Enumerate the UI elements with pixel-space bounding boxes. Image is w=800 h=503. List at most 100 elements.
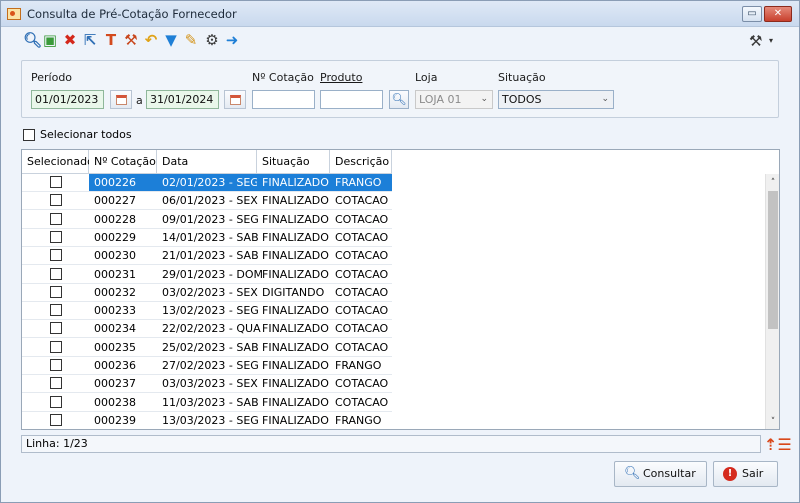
table-row[interactable]: 000234 22/02/2023 - QUA FINALIZADO COTACAO [22, 320, 392, 339]
row-checkbox[interactable] [50, 377, 62, 390]
cell-cotacao: 000236 [89, 357, 157, 375]
cell-selecionado [22, 357, 89, 375]
table-row[interactable]: 000239 13/03/2023 - SEG FINALIZADO FRANGO [22, 412, 392, 429]
date-separator: a [136, 94, 143, 107]
column-icon[interactable]: T [103, 32, 119, 48]
row-checkbox[interactable] [50, 176, 62, 188]
column-header-cotacao[interactable]: Nº Cotação [89, 150, 157, 174]
row-checkbox[interactable] [50, 359, 62, 371]
forward-icon[interactable]: ➜ [224, 32, 240, 48]
vertical-scrollbar[interactable]: ˄ ˅ [765, 174, 779, 429]
calendar-icon [116, 95, 127, 105]
cell-cotacao: 000234 [89, 320, 157, 339]
cell-cotacao: 000235 [89, 339, 157, 357]
table-row[interactable]: 000238 11/03/2023 - SAB FINALIZADO COTACAO [22, 394, 392, 412]
row-checkbox[interactable] [50, 285, 62, 298]
cell-cotacao: 000237 [89, 375, 157, 394]
cell-selecionado [22, 339, 89, 357]
scroll-up-icon[interactable]: ˄ [766, 176, 779, 190]
produto-link[interactable]: Produto [320, 71, 362, 84]
cell-descricao: COTACAO [330, 284, 392, 302]
row-checkbox[interactable] [50, 322, 62, 335]
table-row[interactable]: 000229 14/01/2023 - SAB FINALIZADO COTACAO [22, 229, 392, 247]
produto-search-button[interactable]: 🔍︎ [389, 90, 409, 109]
cotacao-input[interactable] [252, 90, 315, 109]
date-from-calendar-button[interactable] [110, 90, 132, 109]
produto-input[interactable] [320, 90, 383, 109]
cell-data: 11/03/2023 - SAB [157, 394, 259, 412]
sair-button[interactable]: ! Sair [713, 461, 778, 487]
filter-icon[interactable]: ▼ [163, 32, 179, 48]
table-row[interactable]: 000227 06/01/2023 - SEX FINALIZADO COTACAO [22, 192, 392, 211]
table-row[interactable]: 000236 27/02/2023 - SEG FINALIZADO FRANGO [22, 357, 392, 375]
search-icon[interactable]: 🔍︎ [23, 32, 42, 48]
row-checkbox[interactable] [50, 340, 62, 353]
situacao-value: TODOS [502, 93, 542, 106]
cell-selecionado [22, 375, 89, 394]
column-header-data[interactable]: Data [157, 150, 257, 174]
scroll-down-icon[interactable]: ˅ [766, 415, 779, 429]
cell-cotacao: 000228 [89, 211, 157, 229]
row-checkbox[interactable] [50, 413, 62, 426]
column-header-descricao[interactable]: Descrição [330, 150, 392, 174]
situacao-select[interactable]: TODOS ⌄ [498, 90, 614, 109]
cell-situacao: FINALIZADO [257, 320, 330, 339]
search-icon: 🔍︎ [391, 92, 407, 106]
table-row[interactable]: 000237 03/03/2023 - SEX FINALIZADO COTACAO [22, 375, 392, 394]
table-row[interactable]: 000228 09/01/2023 - SEG FINALIZADO COTACAO [22, 211, 392, 229]
date-from-field[interactable]: 01/01/2023 [31, 90, 104, 109]
scroll-thumb[interactable] [768, 191, 778, 329]
close-button[interactable]: ✕ [764, 6, 792, 22]
column-header-selecionado[interactable]: Selecionado [22, 150, 94, 174]
new-document-icon[interactable]: ▣ [42, 32, 58, 48]
table-row[interactable]: 000235 25/02/2023 - SAB FINALIZADO COTACAO [22, 339, 392, 357]
column-header-situacao[interactable]: Situação [257, 150, 330, 174]
cell-data: 03/03/2023 - SEX [157, 375, 258, 394]
table-row[interactable]: 000230 21/01/2023 - SAB FINALIZADO COTACAO [22, 247, 392, 266]
search-icon: 🔍︎ [624, 466, 641, 481]
sort-icon[interactable]: ⇡☰ [764, 435, 792, 454]
calendar-icon [230, 95, 241, 105]
row-checkbox[interactable] [50, 249, 62, 262]
cell-selecionado [22, 247, 89, 266]
settings-gear-icon[interactable]: ⚙ [204, 32, 220, 48]
cell-descricao: COTACAO [330, 211, 392, 229]
wrench-icon[interactable]: ⚒ [123, 32, 139, 48]
table-row[interactable]: 000233 13/02/2023 - SEG FINALIZADO COTACAO [22, 302, 392, 321]
export-icon[interactable]: ⇱ [82, 32, 98, 48]
edit-icon[interactable]: ✎ [183, 32, 199, 48]
undo-icon[interactable]: ↶ [143, 32, 159, 48]
table-row[interactable]: 000231 29/01/2023 - DOM FINALIZADO COTACAO [22, 266, 392, 284]
date-to-field[interactable]: 31/01/2024 [146, 90, 219, 109]
row-checkbox[interactable] [50, 267, 62, 280]
title-bar: Consulta de Pré-Cotação Fornecedor ▭ ✕ [1, 1, 799, 27]
cell-selecionado [22, 192, 89, 211]
cell-situacao: FINALIZADO [257, 229, 330, 247]
cell-data: 22/02/2023 - QUA [157, 320, 261, 339]
row-checkbox[interactable] [50, 395, 62, 408]
row-checkbox[interactable] [50, 212, 62, 225]
checkbox[interactable] [23, 129, 35, 141]
tools-menu-button[interactable]: ⚒ ▾ [749, 32, 779, 50]
row-checkbox[interactable] [50, 304, 62, 317]
cell-descricao: COTACAO [330, 394, 392, 412]
cell-situacao: FINALIZADO [257, 412, 330, 429]
table-row[interactable]: 000226 02/01/2023 - SEG FINALIZADO FRANGO [22, 174, 392, 192]
cell-situacao: FINALIZADO [257, 174, 330, 192]
cell-situacao: FINALIZADO [257, 266, 330, 284]
cell-descricao: FRANGO [330, 357, 392, 375]
chevron-down-icon: ▾ [769, 36, 774, 45]
restore-button[interactable]: ▭ [742, 6, 762, 22]
row-checkbox[interactable] [50, 194, 62, 207]
consultar-button[interactable]: 🔍︎ Consultar [614, 461, 707, 487]
row-checkbox[interactable] [50, 230, 62, 243]
cell-descricao: COTACAO [330, 192, 392, 211]
delete-icon[interactable]: ✖ [62, 32, 78, 48]
cell-situacao: FINALIZADO [257, 211, 330, 229]
cell-situacao: FINALIZADO [257, 375, 330, 394]
date-to-calendar-button[interactable] [224, 90, 246, 109]
cell-data: 02/01/2023 - SEG [157, 174, 259, 192]
loja-select: LOJA 01 ⌄ [415, 90, 493, 109]
table-row[interactable]: 000232 03/02/2023 - SEX DIGITANDO COTACAO [22, 284, 392, 302]
cotacao-grid: Selecionado Nº Cotação Data Situação Des… [21, 149, 780, 430]
